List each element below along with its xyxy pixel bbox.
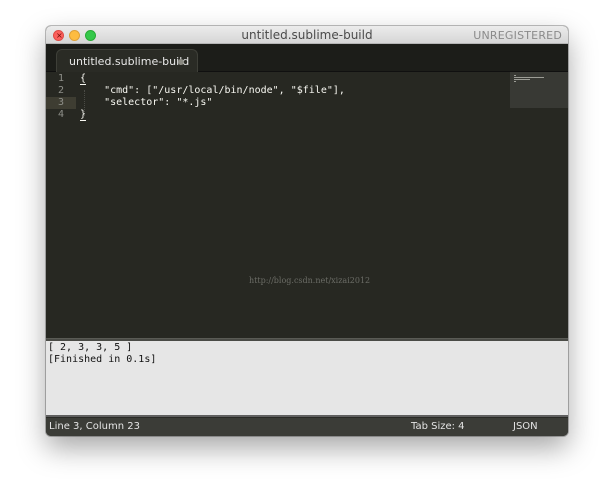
minimap-line (514, 81, 516, 82)
tab-untitled-sublime-build[interactable]: untitled.sublime-build (56, 49, 198, 73)
code-line: "selector": "*.js" (80, 97, 213, 108)
tab-size-selector[interactable]: Tab Size: 4 (411, 421, 465, 432)
output-line: [Finished in 0.1s] (48, 354, 157, 365)
code-line: "cmd": ["/usr/local/bin/node", "$file"], (80, 85, 345, 96)
output-line: [ 2, 3, 3, 5 ] (48, 342, 133, 353)
license-status: UNREGISTERED (473, 29, 562, 42)
status-bar: Line 3, Column 23 Tab Size: 4 JSON (46, 417, 568, 436)
minimap-line (514, 77, 544, 78)
syntax-selector[interactable]: JSON (513, 421, 538, 432)
line-number: 3 (57, 97, 64, 108)
line-number: 2 (57, 85, 64, 96)
line-number: 1 (57, 73, 64, 84)
editor-window: × untitled.sublime-build UNREGISTERED un… (46, 26, 568, 436)
minimap[interactable] (510, 72, 568, 108)
title-bar[interactable]: × untitled.sublime-build UNREGISTERED (46, 26, 568, 44)
code-editor[interactable]: 1 2 3 4 { "cmd": ["/usr/local/bin/node",… (46, 72, 568, 338)
code-line: { (80, 73, 87, 85)
watermark: http://blog.csdn.net/xizai2012 (249, 276, 371, 285)
close-brace: } (80, 109, 87, 121)
minimap-line (514, 79, 530, 80)
line-gutter: 1 2 3 4 (46, 72, 72, 338)
tab-label: untitled.sublime-build (69, 55, 190, 68)
open-brace: { (80, 73, 87, 85)
line-number: 4 (57, 109, 64, 120)
build-output-panel[interactable]: [ 2, 3, 3, 5 ] [Finished in 0.1s] (46, 341, 568, 415)
code-line: } (80, 109, 87, 121)
minimap-line (514, 75, 516, 76)
dot-icon[interactable] (178, 59, 184, 65)
tab-bar: untitled.sublime-build (46, 44, 568, 73)
cursor-position: Line 3, Column 23 (49, 421, 140, 432)
